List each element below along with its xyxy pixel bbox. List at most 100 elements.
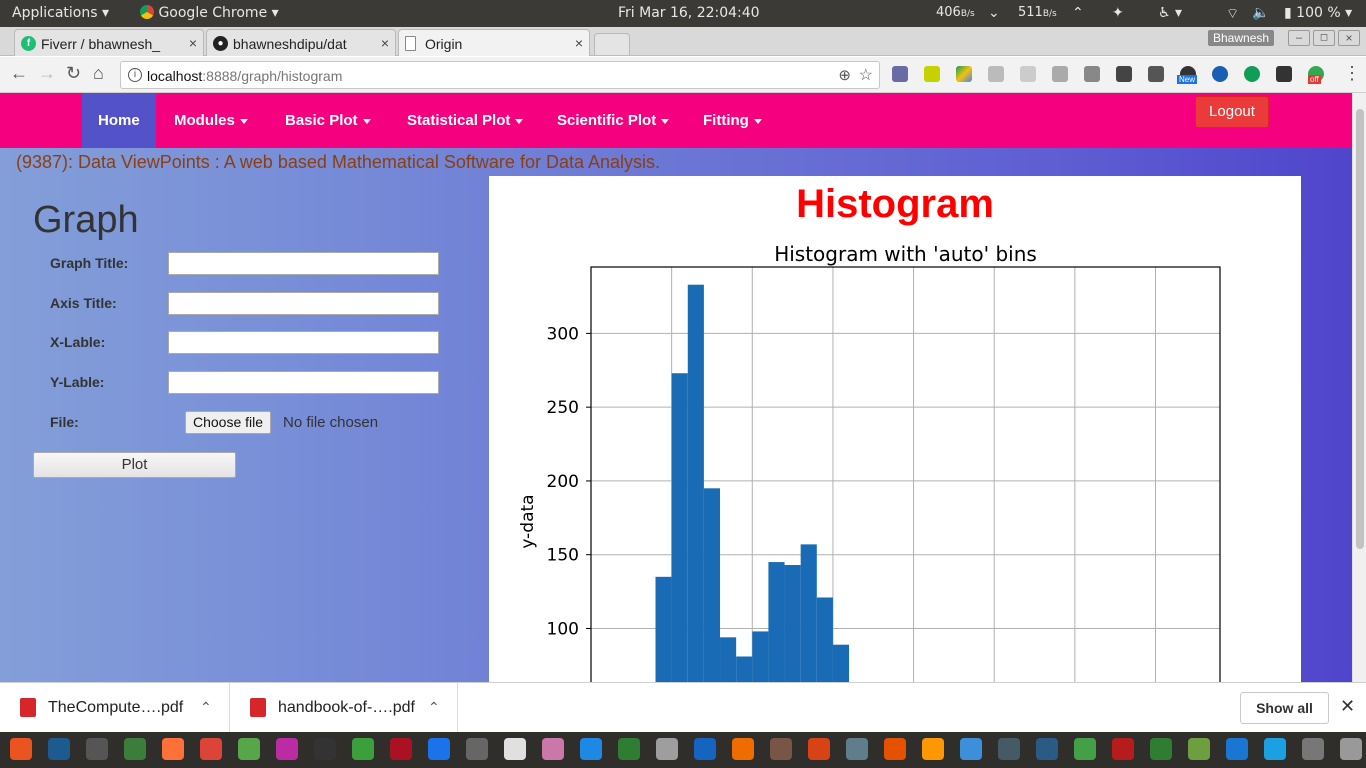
histogram-bar — [784, 565, 801, 682]
scrollbar-thumb[interactable] — [1356, 109, 1364, 549]
dock-app-icon[interactable] — [124, 738, 146, 760]
dock-app-icon[interactable] — [352, 738, 374, 760]
volume-icon[interactable]: 🔈 — [1252, 5, 1269, 21]
plot-button[interactable]: Plot — [33, 452, 236, 478]
applications-menu[interactable]: Applications ▾ — [12, 5, 109, 21]
dock-app-icon[interactable] — [162, 738, 184, 760]
dock-app-icon[interactable] — [1302, 738, 1324, 760]
y-label-input[interactable] — [168, 371, 439, 394]
reload-button[interactable]: ↻ — [66, 63, 81, 84]
home-button[interactable]: ⌂ — [93, 63, 104, 84]
chevron-up-icon[interactable]: ⌃ — [428, 699, 440, 716]
page-scrollbar[interactable] — [1352, 93, 1366, 682]
chevron-up-icon[interactable]: ⌃ — [200, 699, 212, 716]
tab-origin[interactable]: Origin × — [398, 29, 590, 56]
dock-app-icon[interactable] — [1074, 738, 1096, 760]
download-item[interactable]: handbook-of-….pdf ⌃ — [230, 683, 458, 733]
dock-app-icon[interactable] — [922, 738, 944, 760]
dock-app-icon[interactable] — [86, 738, 108, 760]
dock-app-icon[interactable] — [390, 738, 412, 760]
jb-extension-icon[interactable] — [1084, 66, 1100, 82]
dock-app-icon[interactable] — [770, 738, 792, 760]
box-extension-icon[interactable] — [1052, 66, 1068, 82]
dock-app-icon[interactable] — [200, 738, 222, 760]
tab-fiverr[interactable]: f Fiverr / bhawnesh_ × — [14, 29, 204, 56]
dock-app-icon[interactable] — [694, 738, 716, 760]
nav-statistical-plot[interactable]: Statistical Plot — [407, 93, 524, 148]
chrome-extension-icon[interactable] — [1276, 66, 1292, 82]
dock-app-icon[interactable] — [48, 738, 70, 760]
graph-title-input[interactable] — [168, 252, 439, 275]
nav-home[interactable]: Home — [82, 93, 156, 148]
new-extension-icon[interactable]: New — [1177, 66, 1198, 84]
eyedropper-extension-icon[interactable] — [892, 66, 908, 82]
profile-button[interactable]: Bhawnesh — [1208, 30, 1275, 46]
dock-app-icon[interactable] — [884, 738, 906, 760]
dropbox-extension-icon[interactable] — [988, 66, 1004, 82]
zoom-icon[interactable]: ⊕ — [838, 66, 851, 84]
dock-app-icon[interactable] — [580, 738, 602, 760]
axis-title-input[interactable] — [168, 292, 439, 315]
dock-app-icon[interactable] — [1340, 738, 1362, 760]
menu-icon[interactable]: ⋮ — [1343, 63, 1361, 84]
address-bar[interactable]: i localhost:8888/graph/histogram ⊕ ☆ — [120, 61, 880, 89]
dock-app-icon[interactable] — [1188, 738, 1210, 760]
dock-app-icon[interactable] — [1264, 738, 1286, 760]
dock-app-icon[interactable] — [542, 738, 564, 760]
y-axis-label: y-data — [518, 494, 538, 548]
clock[interactable]: Fri Mar 16, 22:04:40 — [618, 5, 760, 21]
green-extension-icon[interactable] — [1244, 66, 1260, 82]
choose-file-button[interactable]: Choose file — [185, 411, 272, 434]
network-extension-icon[interactable] — [1212, 66, 1228, 82]
dock-app-icon[interactable] — [618, 738, 640, 760]
accessibility-icon[interactable]: ♿ ▾ — [1158, 5, 1182, 21]
dock-app-icon[interactable] — [998, 738, 1020, 760]
minimize-button[interactable]: – — [1288, 30, 1310, 46]
nav-scientific-plot[interactable]: Scientific Plot — [557, 93, 670, 148]
dock-app-icon[interactable] — [656, 738, 678, 760]
nav-fitting[interactable]: Fitting — [703, 93, 762, 148]
logout-button[interactable]: Logout — [1195, 96, 1269, 128]
x-label-input[interactable] — [168, 331, 439, 354]
close-icon[interactable]: ✕ — [1340, 696, 1355, 717]
forward-button[interactable]: → — [38, 63, 56, 84]
dock-app-icon[interactable] — [1150, 738, 1172, 760]
dock-app-icon[interactable] — [428, 738, 450, 760]
new-tab-button[interactable] — [594, 33, 630, 55]
tab-github[interactable]: ● bhawneshdipu/dat × — [206, 29, 396, 56]
show-all-button[interactable]: Show all — [1240, 692, 1329, 724]
app-menu[interactable]: Google Chrome ▾ — [140, 5, 279, 21]
battery-indicator[interactable]: ▮ 100 % ▾ — [1284, 5, 1352, 21]
nav-basic-plot[interactable]: Basic Plot — [285, 93, 371, 148]
dock-app-icon[interactable] — [960, 738, 982, 760]
back-button[interactable]: ← — [10, 63, 28, 84]
dock-app-icon[interactable] — [808, 738, 830, 760]
close-icon[interactable]: × — [189, 35, 197, 51]
dock-app-icon[interactable] — [1112, 738, 1134, 760]
dock-app-icon[interactable] — [238, 738, 260, 760]
download-item[interactable]: TheCompute….pdf ⌃ — [0, 683, 230, 733]
cube-extension-icon[interactable] — [1020, 66, 1036, 82]
dock-app-icon[interactable] — [276, 738, 298, 760]
dock-app-icon[interactable] — [732, 738, 754, 760]
bulb-extension-icon[interactable] — [1116, 66, 1132, 82]
close-window-button[interactable]: × — [1338, 30, 1360, 46]
maximize-button[interactable]: ◻ — [1313, 30, 1335, 46]
dock-app-icon[interactable] — [1226, 738, 1248, 760]
dropbox-tray-icon[interactable]: ✦ — [1112, 5, 1124, 21]
grammarly-extension-icon[interactable]: off — [1308, 66, 1324, 84]
yellow-extension-icon[interactable] — [924, 66, 940, 82]
wifi-icon[interactable]: ⌔ — [1226, 5, 1239, 23]
dock-app-icon[interactable] — [314, 738, 336, 760]
dock-app-icon[interactable] — [846, 738, 868, 760]
dock-app-icon[interactable] — [466, 738, 488, 760]
dock-app-icon[interactable] — [504, 738, 526, 760]
close-icon[interactable]: × — [575, 35, 583, 51]
dock-app-icon[interactable] — [1036, 738, 1058, 760]
bookmark-star-icon[interactable]: ☆ — [859, 65, 873, 85]
google-drive-icon[interactable] — [956, 66, 972, 82]
puzzle-extension-icon[interactable] — [1148, 66, 1164, 82]
dock-app-icon[interactable] — [10, 738, 32, 760]
close-icon[interactable]: × — [381, 35, 389, 51]
nav-modules[interactable]: Modules — [174, 93, 248, 148]
